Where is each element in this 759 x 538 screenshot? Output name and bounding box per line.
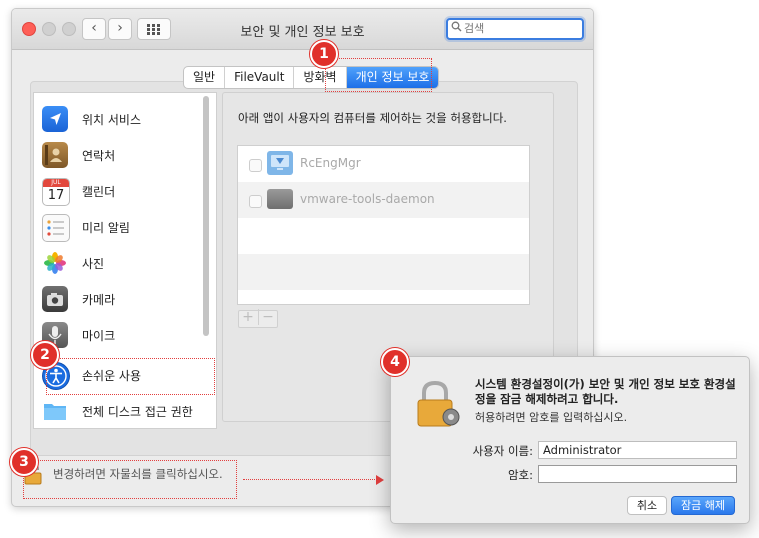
generic-app-icon [267,189,293,209]
sidebar-item-reminders[interactable]: 미리 알림 [34,209,204,245]
app-list[interactable]: RcEngMgr vmware-tools-daemon [237,145,530,305]
sidebar-item-label: 연락처 [82,149,116,163]
sidebar-item-calendar[interactable]: JUL 17 캘린더 [34,173,204,209]
reminders-icon [42,214,70,242]
username-label: 사용자 이름: [472,444,533,458]
password-label: 암호: [507,468,533,482]
app-name: vmware-tools-daemon [300,192,435,206]
padlock-gear-icon [413,379,461,429]
sidebar-item-label: 위치 서비스 [82,113,142,127]
sidebar-item-label: 사진 [82,257,105,271]
highlight-lock-message [23,460,237,499]
remove-app-button[interactable]: − [258,309,277,325]
list-item[interactable]: RcEngMgr [238,146,529,182]
sidebar-item-location-services[interactable]: 위치 서비스 [34,101,204,137]
sidebar-item-contacts[interactable]: 연락처 [34,137,204,173]
step-badge-3: 3 [10,448,38,476]
unlock-button[interactable]: 잠금 해제 [671,496,735,515]
remote-monitor-icon [267,151,293,175]
dialog-subtitle: 허용하려면 암호를 입력하십시오. [475,411,628,424]
tab-general[interactable]: 일반 [184,67,226,88]
calendar-month: JUL [43,179,69,187]
accessibility-description: 아래 앱이 사용자의 컴퓨터를 제어하는 것을 허용합니다. [238,111,507,125]
calendar-day: 17 [47,188,65,203]
location-arrow-icon [42,106,68,132]
sidebar-item-camera[interactable]: 카메라 [34,281,204,317]
list-item [238,218,529,254]
folder-icon [42,398,68,424]
photos-icon [42,250,68,276]
sidebar-item-label: 미리 알림 [82,221,130,235]
tab-filevault[interactable]: FileVault [225,67,295,88]
sidebar-item-label: 캘린더 [82,185,116,199]
magnifier-icon [451,21,462,35]
username-field[interactable] [538,441,737,459]
sidebar-item-label: 마이크 [82,329,116,343]
sidebar-item-photos[interactable]: 사진 [34,245,204,281]
annotation-arrow-line [243,479,377,480]
list-item[interactable]: vmware-tools-daemon [238,182,529,218]
sidebar-item-full-disk-access[interactable]: 전체 디스크 접근 권한 [34,393,204,428]
annotation-arrow-head [376,475,384,485]
list-item [238,254,529,290]
search-field[interactable] [446,18,584,40]
sidebar-item-label: 전체 디스크 접근 권한 [82,405,193,419]
calendar-icon: JUL 17 [42,178,70,206]
add-remove-control: + − [238,309,278,328]
dialog-title: 시스템 환경설정이(가) 보안 및 개인 정보 보호 환경설정을 잠금 해제하려… [475,377,736,406]
sidebar-item-microphone[interactable]: 마이크 [34,317,204,353]
sidebar-item-label: 카메라 [82,293,116,307]
contacts-book-icon [42,142,68,168]
app-checkbox[interactable] [249,159,262,172]
step-badge-4: 4 [381,348,409,376]
app-checkbox[interactable] [249,195,262,208]
camera-icon [42,286,68,312]
unlock-dialog: 시스템 환경설정이(가) 보안 및 개인 정보 보호 환경설정을 잠금 해제하려… [390,356,750,524]
highlight-accessibility-item [46,358,215,395]
highlight-privacy-tab [325,58,432,92]
sidebar-scrollbar[interactable] [203,96,209,336]
add-app-button[interactable]: + [239,309,257,325]
title-bar: ‹ › 보안 및 개인 정보 보호 [12,9,593,50]
step-badge-2: 2 [31,341,59,369]
step-badge-1: 1 [310,40,338,68]
cancel-button[interactable]: 취소 [627,496,667,515]
search-input[interactable] [464,20,574,37]
password-field[interactable] [538,465,737,483]
app-name: RcEngMgr [300,156,361,170]
